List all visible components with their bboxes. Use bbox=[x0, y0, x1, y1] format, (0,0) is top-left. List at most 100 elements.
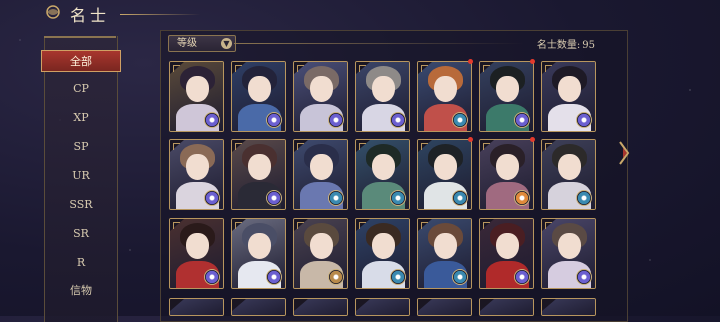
character-card[interactable] bbox=[479, 61, 534, 132]
card-corner-ornament bbox=[359, 222, 366, 229]
filter-tab-xp[interactable]: XP bbox=[45, 107, 117, 129]
character-card[interactable] bbox=[169, 61, 224, 132]
character-card[interactable] bbox=[355, 298, 410, 316]
character-card[interactable] bbox=[541, 139, 596, 210]
character-card[interactable] bbox=[293, 61, 348, 132]
card-corner-ornament bbox=[545, 143, 552, 150]
portrait-face bbox=[186, 76, 209, 102]
portrait-face bbox=[434, 233, 457, 259]
character-card[interactable] bbox=[479, 218, 534, 289]
rarity-filter-sidebar: 全部 CP XP SP UR SSR SR R 信物 bbox=[41, 36, 121, 322]
element-badge-icon bbox=[390, 269, 406, 285]
character-card[interactable] bbox=[479, 139, 534, 210]
portrait-face bbox=[372, 154, 395, 180]
character-card[interactable] bbox=[355, 139, 410, 210]
page-title: 名士 bbox=[70, 6, 111, 25]
portrait-face bbox=[310, 154, 333, 180]
count-label: 名士数量: bbox=[536, 40, 581, 51]
portrait-face bbox=[558, 76, 581, 102]
card-corner-ornament bbox=[421, 222, 428, 229]
element-badge-icon bbox=[452, 112, 468, 128]
card-corner-ornament bbox=[297, 222, 304, 229]
character-count: 名士数量: 95 bbox=[535, 36, 595, 51]
card-corner-ornament bbox=[483, 222, 490, 229]
element-badge-icon bbox=[328, 269, 344, 285]
filter-tab-sr[interactable]: SR bbox=[45, 223, 117, 245]
element-badge-icon bbox=[266, 190, 282, 206]
element-badge-icon bbox=[204, 269, 220, 285]
element-badge-icon bbox=[266, 112, 282, 128]
sidebar-top-border bbox=[44, 36, 116, 38]
portrait-face bbox=[248, 154, 271, 180]
character-card[interactable] bbox=[355, 61, 410, 132]
element-badge-icon bbox=[204, 190, 220, 206]
card-corner-ornament bbox=[297, 65, 304, 72]
character-card[interactable] bbox=[293, 298, 348, 316]
portrait-face bbox=[186, 233, 209, 259]
filter-tab-ur[interactable]: UR bbox=[45, 165, 117, 187]
element-badge-icon bbox=[204, 112, 220, 128]
character-card[interactable] bbox=[417, 298, 472, 316]
element-badge-icon bbox=[452, 190, 468, 206]
portrait-face bbox=[496, 76, 519, 102]
title-bar: 名士 bbox=[0, 0, 720, 26]
title-divider bbox=[120, 14, 200, 15]
character-card[interactable] bbox=[541, 61, 596, 132]
portrait-face bbox=[496, 154, 519, 180]
character-card[interactable] bbox=[417, 218, 472, 289]
card-corner-ornament bbox=[483, 143, 490, 150]
element-badge-icon bbox=[514, 269, 530, 285]
portrait-face bbox=[310, 76, 333, 102]
element-badge-icon bbox=[452, 269, 468, 285]
portrait-face bbox=[372, 233, 395, 259]
filter-tab-r[interactable]: R bbox=[45, 252, 117, 274]
character-card[interactable] bbox=[169, 218, 224, 289]
toolbar-divider bbox=[234, 43, 524, 44]
element-badge-icon bbox=[390, 190, 406, 206]
card-corner-ornament bbox=[173, 222, 180, 229]
character-card[interactable] bbox=[231, 298, 286, 316]
character-card[interactable] bbox=[355, 218, 410, 289]
chevron-down-icon: ▼ bbox=[221, 38, 232, 49]
element-badge-icon bbox=[576, 269, 592, 285]
card-corner-ornament bbox=[359, 65, 366, 72]
character-card[interactable] bbox=[417, 139, 472, 210]
card-corner-ornament bbox=[421, 143, 428, 150]
filter-tab-cp[interactable]: CP bbox=[45, 78, 117, 100]
new-notification-dot bbox=[468, 59, 473, 64]
character-card[interactable] bbox=[231, 61, 286, 132]
character-card[interactable] bbox=[479, 298, 534, 316]
card-corner-ornament bbox=[235, 143, 242, 150]
filter-tab-token[interactable]: 信物 bbox=[45, 280, 117, 302]
card-corner-ornament bbox=[359, 143, 366, 150]
portrait-face bbox=[434, 76, 457, 102]
card-corner-ornament bbox=[421, 65, 428, 72]
scroll-right-arrow-icon[interactable] bbox=[618, 140, 630, 166]
title-emblem-icon bbox=[46, 5, 60, 19]
filter-tab-ssr[interactable]: SSR bbox=[45, 194, 117, 216]
card-corner-ornament bbox=[297, 143, 304, 150]
character-card[interactable] bbox=[231, 218, 286, 289]
character-card[interactable] bbox=[293, 218, 348, 289]
card-corner-ornament bbox=[545, 222, 552, 229]
card-corner-ornament bbox=[235, 65, 242, 72]
character-card[interactable] bbox=[231, 139, 286, 210]
element-badge-icon bbox=[328, 190, 344, 206]
filter-tab-all[interactable]: 全部 bbox=[41, 50, 121, 72]
character-card[interactable] bbox=[169, 139, 224, 210]
character-card[interactable] bbox=[417, 61, 472, 132]
character-card[interactable] bbox=[541, 298, 596, 316]
sort-dropdown[interactable]: 等级 ▼ bbox=[168, 35, 236, 52]
card-corner-ornament bbox=[483, 65, 490, 72]
character-card[interactable] bbox=[293, 139, 348, 210]
character-card[interactable] bbox=[541, 218, 596, 289]
character-card[interactable] bbox=[169, 298, 224, 316]
sort-label: 等级 bbox=[177, 38, 197, 49]
element-badge-icon bbox=[576, 190, 592, 206]
portrait-face bbox=[248, 233, 271, 259]
portrait-face bbox=[496, 233, 519, 259]
portrait-face bbox=[558, 154, 581, 180]
filter-tab-sp[interactable]: SP bbox=[45, 136, 117, 158]
portrait-face bbox=[248, 76, 271, 102]
new-notification-dot bbox=[468, 137, 473, 142]
